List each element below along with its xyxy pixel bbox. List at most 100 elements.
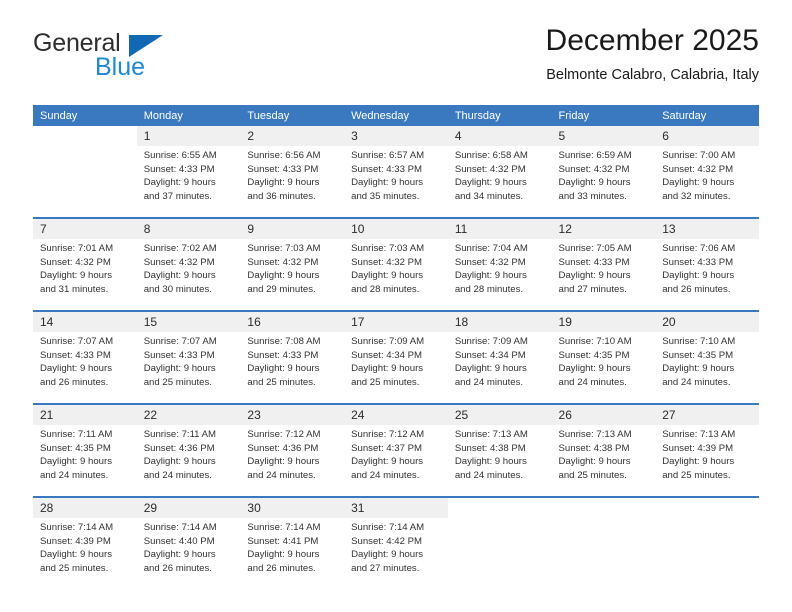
daylight-text-line1: Daylight: 9 hours bbox=[247, 456, 320, 468]
sunrise-text: Sunrise: 7:14 AM bbox=[351, 522, 425, 533]
day-cell[interactable]: Sunrise: 6:58 AM Sunset: 4:32 PM Dayligh… bbox=[447, 146, 552, 218]
day-cell[interactable]: Sunrise: 7:11 AM Sunset: 4:35 PM Dayligh… bbox=[33, 425, 137, 497]
day-number[interactable]: 2 bbox=[240, 126, 345, 146]
day-cell[interactable]: Sunrise: 7:09 AM Sunset: 4:34 PM Dayligh… bbox=[344, 332, 448, 404]
day-cell[interactable]: Sunrise: 7:13 AM Sunset: 4:38 PM Dayligh… bbox=[551, 425, 656, 497]
daylight-text-line1: Daylight: 9 hours bbox=[351, 456, 424, 468]
daylight-text-line1: Daylight: 9 hours bbox=[662, 363, 735, 375]
day-cell[interactable]: Sunrise: 7:02 AM Sunset: 4:32 PM Dayligh… bbox=[136, 239, 241, 311]
day-number[interactable]: 27 bbox=[655, 403, 759, 425]
sunrise-text: Sunrise: 7:14 AM bbox=[247, 522, 321, 533]
daylight-text-line1: Daylight: 9 hours bbox=[247, 177, 320, 189]
week-4-details: Sunrise: 7:11 AM Sunset: 4:35 PM Dayligh… bbox=[33, 425, 759, 497]
sunset-text: Sunset: 4:40 PM bbox=[143, 535, 215, 547]
day-number[interactable]: 21 bbox=[33, 403, 137, 425]
daylight-text-line1: Daylight: 9 hours bbox=[247, 270, 320, 282]
day-number[interactable]: 19 bbox=[551, 310, 656, 332]
day-number[interactable]: 5 bbox=[551, 126, 656, 146]
daylight-text-line2: and 28 minutes. bbox=[351, 283, 420, 295]
day-cell[interactable]: Sunrise: 7:10 AM Sunset: 4:35 PM Dayligh… bbox=[655, 332, 759, 404]
sunrise-text: Sunrise: 7:07 AM bbox=[40, 336, 114, 347]
day-number[interactable]: 17 bbox=[344, 310, 448, 332]
day-cell[interactable]: Sunrise: 7:06 AM Sunset: 4:33 PM Dayligh… bbox=[655, 239, 759, 311]
day-cell-empty bbox=[33, 146, 137, 218]
sunrise-text: Sunrise: 7:02 AM bbox=[143, 243, 217, 254]
day-cell[interactable]: Sunrise: 7:09 AM Sunset: 4:34 PM Dayligh… bbox=[447, 332, 552, 404]
sunset-text: Sunset: 4:32 PM bbox=[247, 256, 319, 268]
day-cell[interactable]: Sunrise: 7:08 AM Sunset: 4:33 PM Dayligh… bbox=[240, 332, 345, 404]
day-number-empty bbox=[447, 496, 552, 518]
day-cell[interactable]: Sunrise: 6:56 AM Sunset: 4:33 PM Dayligh… bbox=[240, 146, 345, 218]
sunset-text: Sunset: 4:32 PM bbox=[558, 163, 630, 175]
general-blue-logo: General Blue bbox=[33, 30, 213, 86]
day-number-empty bbox=[655, 496, 759, 518]
week-4-daynumbers: 21 22 23 24 25 26 27 bbox=[33, 403, 759, 425]
day-cell[interactable]: Sunrise: 7:03 AM Sunset: 4:32 PM Dayligh… bbox=[344, 239, 448, 311]
day-number[interactable]: 3 bbox=[344, 126, 448, 146]
daylight-text-line1: Daylight: 9 hours bbox=[40, 270, 112, 282]
sunset-text: Sunset: 4:33 PM bbox=[558, 256, 630, 268]
day-number[interactable]: 9 bbox=[240, 217, 345, 239]
day-number[interactable]: 18 bbox=[447, 310, 552, 332]
day-number[interactable]: 22 bbox=[136, 403, 241, 425]
day-cell[interactable]: Sunrise: 7:10 AM Sunset: 4:35 PM Dayligh… bbox=[551, 332, 656, 404]
day-cell[interactable]: Sunrise: 7:14 AM Sunset: 4:41 PM Dayligh… bbox=[240, 518, 345, 589]
day-cell[interactable]: Sunrise: 7:14 AM Sunset: 4:42 PM Dayligh… bbox=[344, 518, 448, 589]
sunset-text: Sunset: 4:32 PM bbox=[662, 163, 734, 175]
day-number[interactable]: 23 bbox=[240, 403, 345, 425]
daylight-text-line2: and 30 minutes. bbox=[143, 283, 212, 295]
day-cell[interactable]: Sunrise: 7:04 AM Sunset: 4:32 PM Dayligh… bbox=[447, 239, 552, 311]
weekday-header-thursday: Thursday bbox=[447, 105, 552, 126]
day-number-empty bbox=[551, 496, 656, 518]
day-cell[interactable]: Sunrise: 7:07 AM Sunset: 4:33 PM Dayligh… bbox=[33, 332, 137, 404]
day-number[interactable]: 15 bbox=[136, 310, 241, 332]
day-number[interactable]: 16 bbox=[240, 310, 345, 332]
sunset-text: Sunset: 4:33 PM bbox=[351, 163, 423, 175]
day-number[interactable]: 26 bbox=[551, 403, 656, 425]
day-number[interactable]: 10 bbox=[344, 217, 448, 239]
day-cell[interactable]: Sunrise: 7:12 AM Sunset: 4:37 PM Dayligh… bbox=[344, 425, 448, 497]
daylight-text-line1: Daylight: 9 hours bbox=[662, 456, 735, 468]
sunrise-text: Sunrise: 7:07 AM bbox=[143, 336, 217, 347]
day-cell[interactable]: Sunrise: 7:03 AM Sunset: 4:32 PM Dayligh… bbox=[240, 239, 345, 311]
day-number[interactable]: 1 bbox=[136, 126, 241, 146]
day-number[interactable]: 30 bbox=[240, 496, 345, 518]
day-cell[interactable]: Sunrise: 7:13 AM Sunset: 4:38 PM Dayligh… bbox=[447, 425, 552, 497]
day-number[interactable]: 24 bbox=[344, 403, 448, 425]
daylight-text-line2: and 26 minutes. bbox=[247, 562, 316, 574]
day-number[interactable]: 12 bbox=[551, 217, 656, 239]
day-number[interactable]: 14 bbox=[33, 310, 137, 332]
day-number[interactable]: 13 bbox=[655, 217, 759, 239]
day-number[interactable]: 6 bbox=[655, 126, 759, 146]
sunset-text: Sunset: 4:38 PM bbox=[558, 442, 630, 454]
day-number[interactable]: 7 bbox=[33, 217, 137, 239]
day-cell[interactable]: Sunrise: 7:07 AM Sunset: 4:33 PM Dayligh… bbox=[136, 332, 241, 404]
day-number[interactable]: 11 bbox=[447, 217, 552, 239]
day-cell[interactable]: Sunrise: 7:05 AM Sunset: 4:33 PM Dayligh… bbox=[551, 239, 656, 311]
day-number[interactable]: 25 bbox=[447, 403, 552, 425]
day-cell[interactable]: Sunrise: 6:57 AM Sunset: 4:33 PM Dayligh… bbox=[344, 146, 448, 218]
day-number[interactable]: 28 bbox=[33, 496, 137, 518]
week-5-details: Sunrise: 7:14 AM Sunset: 4:39 PM Dayligh… bbox=[33, 518, 759, 589]
day-cell[interactable]: Sunrise: 7:00 AM Sunset: 4:32 PM Dayligh… bbox=[655, 146, 759, 218]
daylight-text-line2: and 31 minutes. bbox=[40, 283, 109, 295]
day-number[interactable]: 29 bbox=[136, 496, 241, 518]
day-number[interactable]: 8 bbox=[136, 217, 241, 239]
day-cell[interactable]: Sunrise: 7:14 AM Sunset: 4:40 PM Dayligh… bbox=[136, 518, 241, 589]
day-cell-empty bbox=[655, 518, 759, 589]
day-number[interactable]: 4 bbox=[447, 126, 552, 146]
day-cell[interactable]: Sunrise: 7:01 AM Sunset: 4:32 PM Dayligh… bbox=[33, 239, 137, 311]
day-cell[interactable]: Sunrise: 7:12 AM Sunset: 4:36 PM Dayligh… bbox=[240, 425, 345, 497]
day-cell[interactable]: Sunrise: 7:14 AM Sunset: 4:39 PM Dayligh… bbox=[33, 518, 137, 589]
day-cell[interactable]: Sunrise: 7:11 AM Sunset: 4:36 PM Dayligh… bbox=[136, 425, 241, 497]
day-cell[interactable]: Sunrise: 6:55 AM Sunset: 4:33 PM Dayligh… bbox=[136, 146, 241, 218]
day-cell[interactable]: Sunrise: 6:59 AM Sunset: 4:32 PM Dayligh… bbox=[551, 146, 656, 218]
daylight-text-line2: and 26 minutes. bbox=[40, 376, 109, 388]
title-block: December 2025 Belmonte Calabro, Calabria… bbox=[546, 22, 759, 86]
daylight-text-line2: and 25 minutes. bbox=[247, 376, 316, 388]
day-number[interactable]: 20 bbox=[655, 310, 759, 332]
day-cell[interactable]: Sunrise: 7:13 AM Sunset: 4:39 PM Dayligh… bbox=[655, 425, 759, 497]
daylight-text-line1: Daylight: 9 hours bbox=[247, 363, 320, 375]
day-number[interactable]: 31 bbox=[344, 496, 448, 518]
sunrise-text: Sunrise: 7:09 AM bbox=[351, 336, 425, 347]
